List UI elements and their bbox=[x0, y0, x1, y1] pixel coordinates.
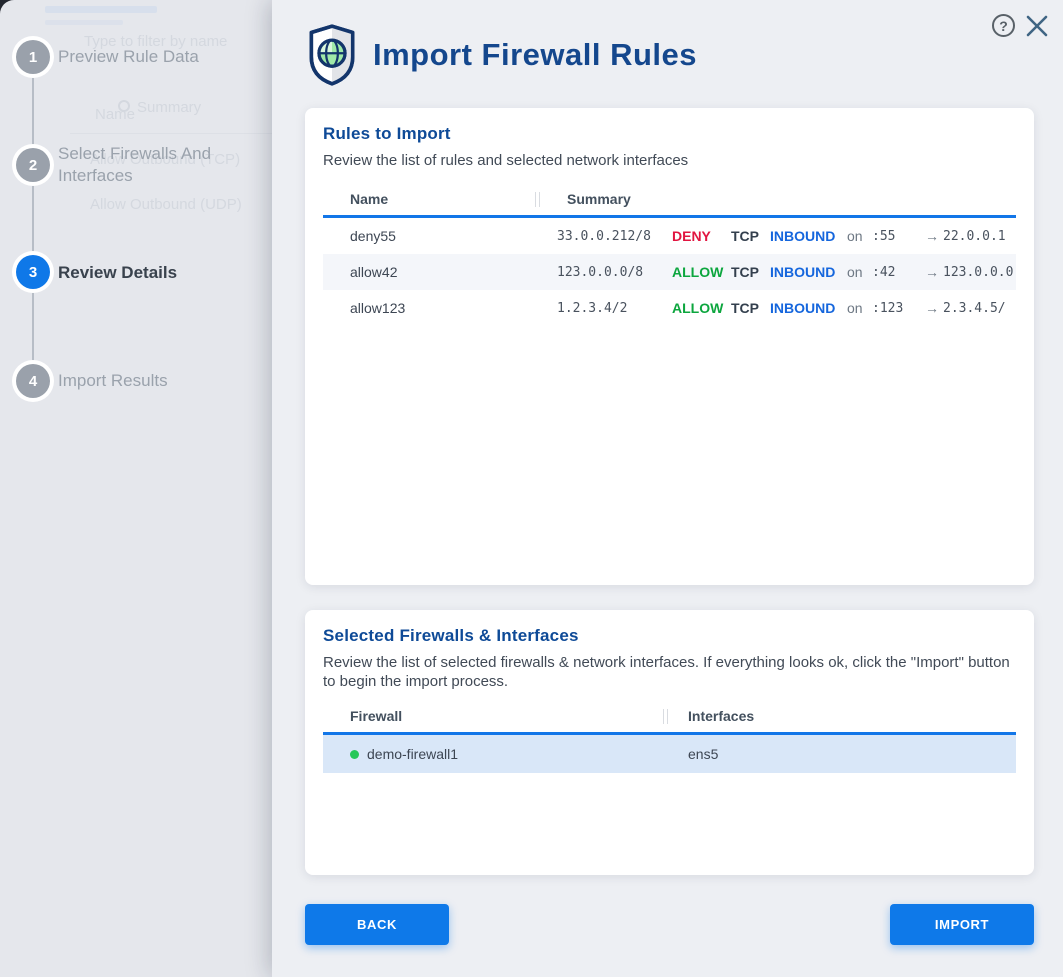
rule-on-word: on bbox=[847, 300, 867, 316]
rules-card-subtitle: Review the list of rules and selected ne… bbox=[323, 151, 1013, 170]
firewalls-card-subtitle: Review the list of selected firewalls & … bbox=[323, 653, 1013, 691]
rule-source: 123.0.0.0/8 bbox=[557, 265, 667, 280]
step-1-label[interactable]: Preview Rule Data bbox=[58, 46, 243, 68]
rule-summary: 123.0.0.0/8 ALLOW TCP INBOUND on :42 → 1… bbox=[540, 264, 1016, 280]
rule-action-badge: ALLOW bbox=[672, 300, 726, 316]
arrow-icon: → bbox=[925, 300, 943, 316]
rule-port: :55 bbox=[872, 229, 920, 244]
arrow-icon: → bbox=[925, 264, 943, 280]
step-4-circle[interactable]: 4 bbox=[16, 364, 50, 398]
rule-on-word: on bbox=[847, 264, 867, 280]
rule-summary: 33.0.0.212/8 DENY TCP INBOUND on :55 → 2… bbox=[540, 228, 1016, 244]
column-header-name: Name bbox=[323, 191, 540, 215]
firewalls-table-header: Firewall Interfaces bbox=[323, 707, 1016, 735]
column-header-interfaces: Interfaces bbox=[668, 708, 754, 732]
step-4-label[interactable]: Import Results bbox=[58, 370, 243, 392]
table-row[interactable]: deny55 33.0.0.212/8 DENY TCP INBOUND on … bbox=[323, 218, 1016, 254]
rule-on-word: on bbox=[847, 228, 867, 244]
ghost-title-bar bbox=[45, 6, 157, 13]
column-header-summary: Summary bbox=[540, 191, 631, 215]
close-icon[interactable] bbox=[1025, 14, 1049, 38]
rules-table-header: Name Summary bbox=[323, 190, 1016, 218]
rule-summary: 1.2.3.4/2 ALLOW TCP INBOUND on :123 → 2.… bbox=[540, 300, 1016, 316]
table-row[interactable]: allow42 123.0.0.0/8 ALLOW TCP INBOUND on… bbox=[323, 254, 1016, 290]
ghost-summary-label: Summary bbox=[137, 99, 201, 116]
rules-card-title: Rules to Import bbox=[323, 124, 1016, 144]
ghost-name-header: Name bbox=[95, 106, 135, 123]
rule-port: :123 bbox=[872, 301, 920, 316]
rule-name: allow42 bbox=[323, 264, 540, 280]
shield-globe-icon bbox=[305, 22, 359, 88]
rule-direction-badge: INBOUND bbox=[770, 228, 842, 244]
ghost-rule-udp: Allow Outbound (UDP) bbox=[90, 196, 242, 213]
rule-source: 33.0.0.212/8 bbox=[557, 229, 667, 244]
step-3-label[interactable]: Review Details bbox=[58, 262, 278, 284]
help-icon[interactable]: ? bbox=[992, 14, 1015, 37]
rule-port: :42 bbox=[872, 265, 920, 280]
rule-destination: 22.0.0.1 bbox=[943, 229, 1016, 244]
rule-protocol-badge: TCP bbox=[731, 228, 765, 244]
rule-action-badge: ALLOW bbox=[672, 264, 726, 280]
firewall-row-selected[interactable]: demo-firewall1 ens5 bbox=[323, 735, 1016, 773]
step-2-circle[interactable]: 2 bbox=[16, 148, 50, 182]
step-3-circle[interactable]: 3 bbox=[16, 255, 50, 289]
column-resize-handle[interactable] bbox=[535, 192, 540, 207]
rule-action-badge: DENY bbox=[672, 228, 726, 244]
ghost-subtitle-bar bbox=[45, 20, 123, 25]
column-header-firewall: Firewall bbox=[323, 708, 668, 732]
arrow-icon: → bbox=[925, 228, 943, 244]
rule-protocol-badge: TCP bbox=[731, 300, 765, 316]
import-firewall-rules-dialog: Import Firewall Rules ? Rules to Import … bbox=[272, 0, 1063, 977]
stepper-connector bbox=[32, 57, 34, 383]
rule-name: allow123 bbox=[323, 300, 540, 316]
rule-protocol-badge: TCP bbox=[731, 264, 765, 280]
rule-destination: 2.3.4.5/ bbox=[943, 301, 1016, 316]
dialog-title: Import Firewall Rules bbox=[373, 37, 697, 73]
firewalls-card-title: Selected Firewalls & Interfaces bbox=[323, 626, 1016, 646]
firewall-name: demo-firewall1 bbox=[367, 746, 458, 762]
rules-table: Name Summary deny55 33.0.0.212/8 DENY TC… bbox=[323, 190, 1016, 326]
selected-firewalls-card: Selected Firewalls & Interfaces Review t… bbox=[305, 610, 1034, 875]
back-button[interactable]: BACK bbox=[305, 904, 449, 945]
table-row[interactable]: allow123 1.2.3.4/2 ALLOW TCP INBOUND on … bbox=[323, 290, 1016, 326]
status-online-dot bbox=[350, 750, 359, 759]
firewall-interfaces: ens5 bbox=[668, 746, 1016, 762]
rule-destination: 123.0.0.0 bbox=[943, 265, 1016, 280]
step-2-label[interactable]: Select Firewalls And Interfaces bbox=[58, 143, 228, 187]
dialog-header: Import Firewall Rules bbox=[305, 22, 697, 88]
column-resize-handle[interactable] bbox=[663, 709, 668, 724]
firewalls-table: Firewall Interfaces demo-firewall1 ens5 bbox=[323, 707, 1016, 773]
rule-direction-badge: INBOUND bbox=[770, 264, 842, 280]
step-1-circle[interactable]: 1 bbox=[16, 40, 50, 74]
rule-direction-badge: INBOUND bbox=[770, 300, 842, 316]
rule-name: deny55 bbox=[323, 228, 540, 244]
import-button[interactable]: IMPORT bbox=[890, 904, 1034, 945]
ghost-divider bbox=[70, 133, 272, 134]
rule-source: 1.2.3.4/2 bbox=[557, 301, 667, 316]
firewall-name-cell: demo-firewall1 bbox=[323, 746, 668, 762]
rules-to-import-card: Rules to Import Review the list of rules… bbox=[305, 108, 1034, 585]
